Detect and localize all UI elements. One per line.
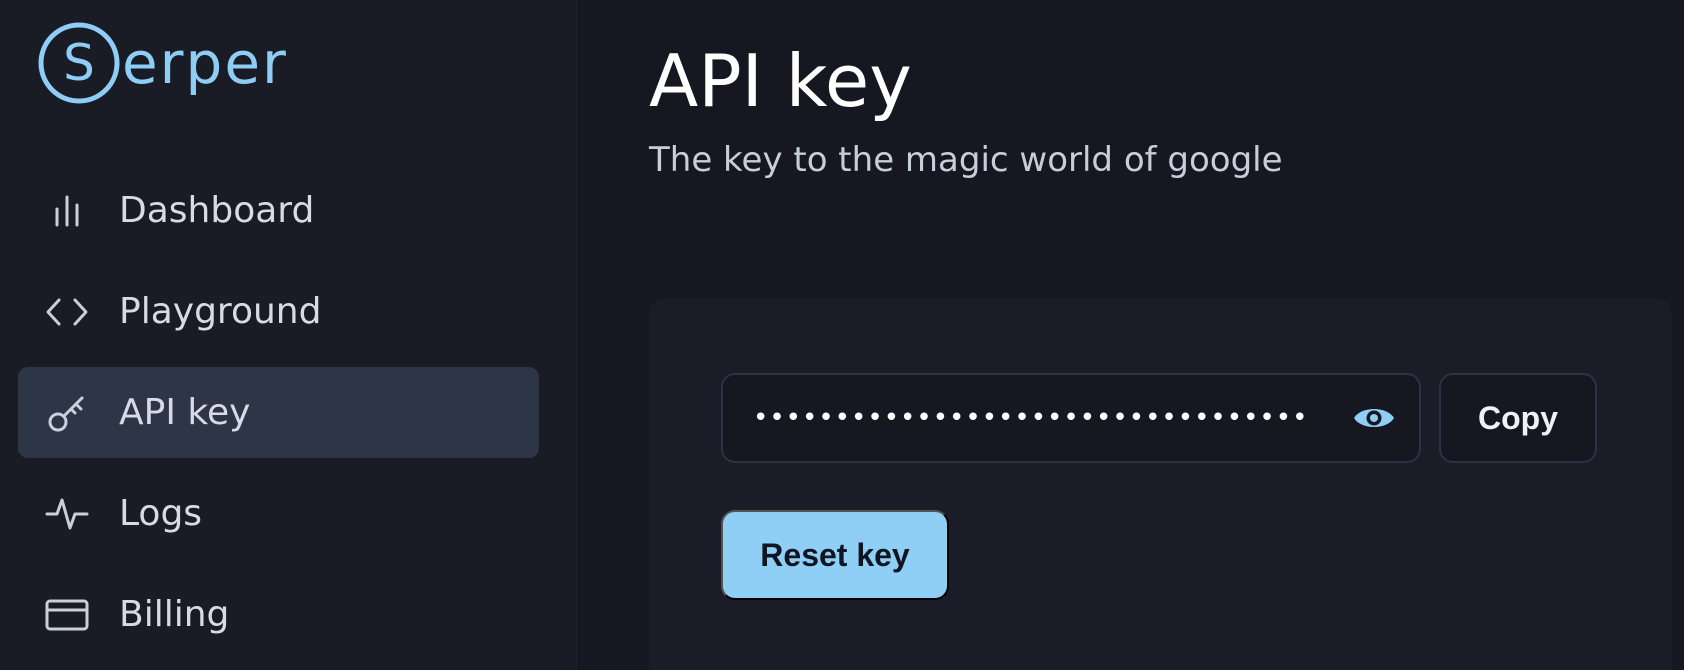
sidebar-nav: Dashboard Playground API key Logs Billin… — [18, 165, 539, 670]
svg-text:S: S — [63, 34, 95, 92]
sidebar-item-billing[interactable]: Billing — [18, 569, 539, 660]
logo-text: erper — [122, 29, 288, 97]
bar-chart-icon — [44, 188, 90, 234]
key-icon — [44, 390, 90, 436]
sidebar-item-label: API key — [119, 392, 251, 433]
eye-icon[interactable] — [1351, 395, 1397, 441]
sidebar-item-label: Dashboard — [119, 190, 315, 231]
api-key-masked-value: •••••••••••••••••••••••••••••••••• — [753, 403, 1309, 433]
sidebar: S erper Dashboard Playground API key Log… — [0, 0, 577, 670]
copy-button[interactable]: Copy — [1439, 373, 1597, 463]
sidebar-item-label: Logs — [119, 493, 203, 534]
sidebar-item-api-key[interactable]: API key — [18, 367, 539, 458]
sidebar-item-dashboard[interactable]: Dashboard — [18, 165, 539, 256]
page-subtitle: The key to the magic world of google — [649, 140, 1283, 180]
sidebar-item-label: Playground — [119, 291, 322, 332]
reset-key-button[interactable]: Reset key — [721, 510, 949, 600]
main-content: API key The key to the magic world of go… — [577, 0, 1684, 670]
api-key-field[interactable]: •••••••••••••••••••••••••••••••••• — [721, 373, 1421, 463]
logo-mark-icon: S — [38, 22, 120, 104]
activity-icon — [44, 491, 90, 537]
app-root: S erper Dashboard Playground API key Log… — [0, 0, 1684, 670]
page-title: API key — [649, 39, 912, 123]
serper-logo[interactable]: S erper — [36, 20, 288, 106]
code-brackets-icon — [44, 289, 90, 335]
sidebar-item-logs[interactable]: Logs — [18, 468, 539, 559]
sidebar-item-label: Billing — [119, 594, 230, 635]
sidebar-item-playground[interactable]: Playground — [18, 266, 539, 357]
credit-card-icon — [44, 592, 90, 638]
api-key-card: •••••••••••••••••••••••••••••••••• Copy … — [649, 299, 1672, 670]
